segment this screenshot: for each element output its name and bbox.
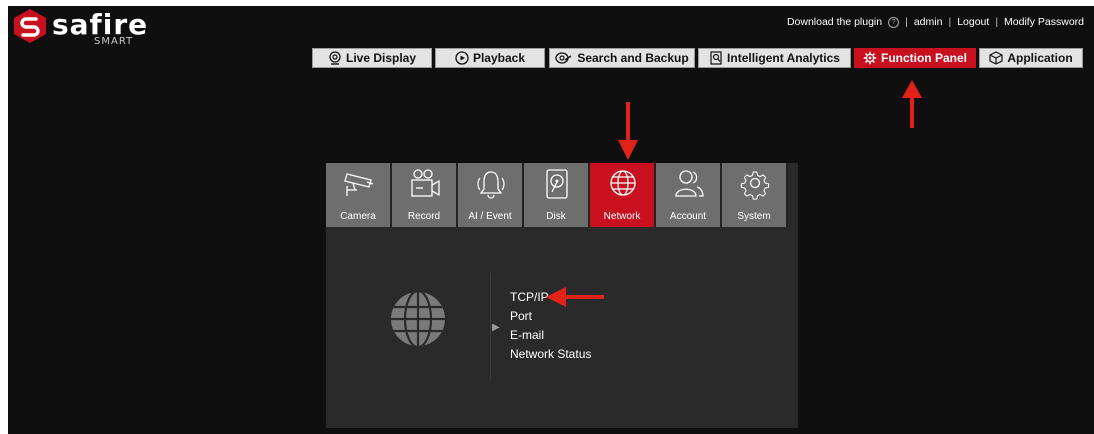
record-icon (411, 169, 440, 197)
tab-label: Live Display (345, 51, 417, 65)
annotation-arrow-down (618, 102, 638, 160)
top-links: Download the plugin ? | admin | Logout |… (787, 16, 1084, 28)
logout-link[interactable]: Logout (957, 16, 989, 28)
download-plugin-link[interactable]: Download the plugin (787, 16, 882, 28)
menu-item-port[interactable]: Port (510, 307, 591, 326)
tab-label: Function Panel (880, 51, 967, 65)
tab-function-panel[interactable]: Function Panel (854, 48, 976, 68)
category-label: Network (603, 211, 641, 222)
function-panel: Camera Record AI / Event Disk Network Ac… (326, 163, 798, 428)
logo: safire SMART (8, 6, 168, 58)
ai-event-bell-icon (477, 171, 505, 199)
intelligent-analytics-icon (710, 51, 722, 65)
menu-item-e-mail[interactable]: E-mail (510, 326, 591, 345)
camera-icon (344, 173, 374, 196)
network-globe-large-icon (391, 292, 445, 346)
separator: | (995, 16, 999, 28)
category-network[interactable]: Network (590, 163, 656, 227)
function-panel-gear-icon (863, 51, 877, 65)
tab-application[interactable]: Application (979, 48, 1083, 68)
separator: | (905, 16, 908, 28)
tab-intelligent-analytics[interactable]: Intelligent Analytics (698, 48, 851, 68)
tab-label: Intelligent Analytics (727, 51, 840, 65)
search-backup-icon (555, 52, 572, 64)
category-label: Record (407, 211, 441, 222)
menu-divider (490, 273, 491, 379)
tab-label: Search and Backup (577, 51, 689, 65)
tab-live-display[interactable]: Live Display (312, 48, 432, 68)
category-camera[interactable]: Camera (326, 163, 392, 227)
category-label: Camera (340, 211, 376, 222)
app-window: safire SMART Download the plugin ? | adm… (8, 6, 1094, 434)
tab-label: Playback (472, 51, 526, 65)
category-disk[interactable]: Disk (524, 163, 590, 227)
account-icon (675, 170, 704, 197)
category-ai-event[interactable]: AI / Event (458, 163, 524, 227)
username: admin (913, 16, 943, 28)
playback-icon (455, 51, 469, 65)
separator: | (948, 16, 952, 28)
category-label: AI / Event (468, 211, 512, 222)
category-label: Account (669, 211, 707, 222)
tab-playback[interactable]: Playback (435, 48, 545, 68)
category-system[interactable]: System (722, 163, 788, 227)
help-icon[interactable]: ? (888, 16, 900, 28)
live-display-icon (329, 51, 341, 65)
category-label: Disk (546, 211, 566, 222)
system-gear-icon (740, 171, 770, 200)
brand-subtitle: SMART (94, 36, 134, 47)
menu-item-network-status[interactable]: Network Status (510, 345, 591, 364)
network-globe-icon (610, 170, 636, 196)
annotation-arrow-up (902, 80, 922, 128)
category-label: System (737, 211, 771, 222)
annotation-arrow-left (546, 287, 604, 307)
application-cube-icon (989, 51, 1003, 65)
category-record[interactable]: Record (392, 163, 458, 227)
tab-label: Application (1007, 51, 1073, 65)
category-account[interactable]: Account (656, 163, 722, 227)
modify-password-link[interactable]: Modify Password (1004, 16, 1084, 28)
tab-search-and-backup[interactable]: Search and Backup (549, 48, 695, 68)
disk-icon (546, 169, 568, 199)
safire-logo-icon (14, 9, 46, 43)
menu-pointer-icon: ▶ (492, 322, 500, 333)
category-bar: Camera Record AI / Event Disk Network Ac… (326, 163, 788, 227)
